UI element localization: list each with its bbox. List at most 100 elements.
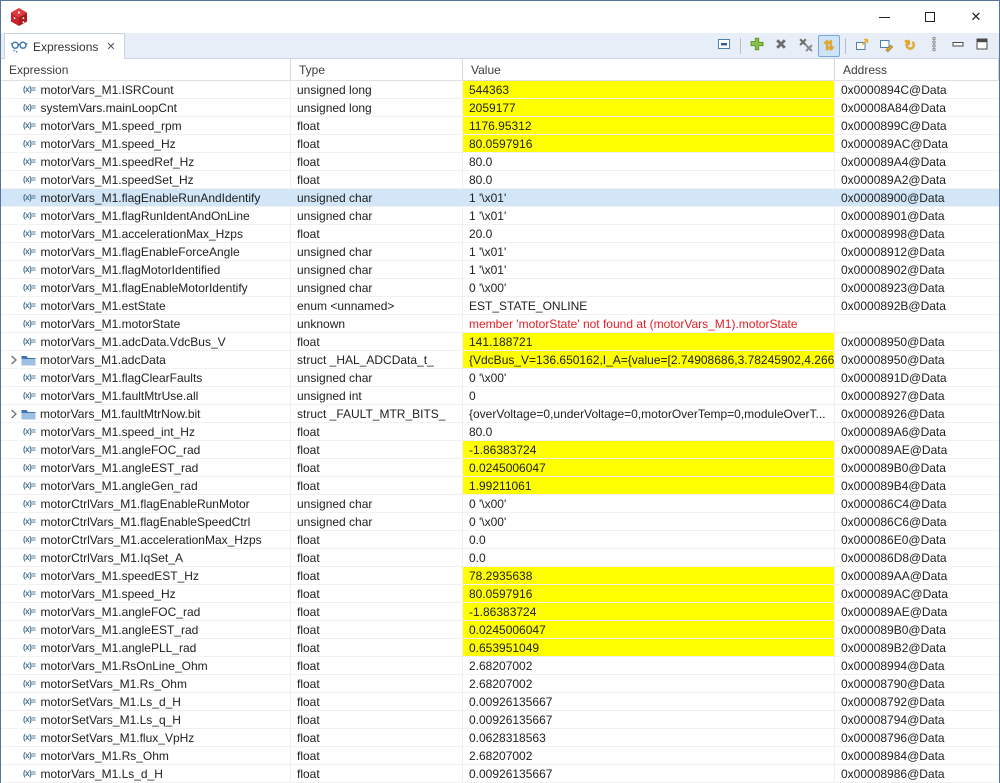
value-cell[interactable]: 0.00926135667	[463, 711, 835, 728]
expression-cell[interactable]: (x)=motorVars_M1.motorState	[1, 315, 291, 332]
table-row[interactable]: (x)=motorVars_M1.flagEnableRunAndIdentif…	[1, 189, 999, 207]
expression-cell[interactable]: (x)=motorVars_M1.angleFOC_rad	[1, 441, 291, 458]
value-cell[interactable]: {overVoltage=0,underVoltage=0,motorOverT…	[463, 405, 835, 422]
table-row[interactable]: (x)=motorVars_M1.Rs_Ohmfloat2.682070020x…	[1, 747, 999, 765]
table-row[interactable]: motorVars_M1.adcDatastruct _HAL_ADCData_…	[1, 351, 999, 369]
expression-cell[interactable]: (x)=motorVars_M1.angleEST_rad	[1, 459, 291, 476]
table-row[interactable]: (x)=motorVars_M1.speed_int_Hzfloat80.00x…	[1, 423, 999, 441]
window-close-button[interactable]: ✕	[953, 1, 999, 33]
expression-cell[interactable]: (x)=motorVars_M1.estState	[1, 297, 291, 314]
value-cell[interactable]: 0.0245006047	[463, 459, 835, 476]
table-row[interactable]: (x)=motorVars_M1.flagEnableForceAngleuns…	[1, 243, 999, 261]
expression-cell[interactable]: motorVars_M1.adcData	[1, 351, 291, 368]
expression-cell[interactable]: (x)=motorVars_M1.speed_Hz	[1, 585, 291, 602]
expression-cell[interactable]: (x)=motorVars_M1.angleEST_rad	[1, 621, 291, 638]
table-row[interactable]: (x)=motorVars_M1.anglePLL_radfloat0.6539…	[1, 639, 999, 657]
table-row[interactable]: (x)=motorVars_M1.ISRCountunsigned long54…	[1, 81, 999, 99]
table-row[interactable]: (x)=motorSetVars_M1.flux_VpHzfloat0.0628…	[1, 729, 999, 747]
table-row[interactable]: (x)=motorCtrlVars_M1.accelerationMax_Hzp…	[1, 531, 999, 549]
value-cell[interactable]: 80.0	[463, 171, 835, 188]
table-row[interactable]: (x)=motorVars_M1.accelerationMax_Hzpsflo…	[1, 225, 999, 243]
value-cell[interactable]: 0 '\x00'	[463, 369, 835, 386]
table-row[interactable]: (x)=motorVars_M1.angleFOC_radfloat-1.863…	[1, 603, 999, 621]
value-cell[interactable]: 0.0	[463, 549, 835, 566]
expression-cell[interactable]: (x)=motorVars_M1.speed_int_Hz	[1, 423, 291, 440]
table-row[interactable]: (x)=motorVars_M1.flagClearFaultsunsigned…	[1, 369, 999, 387]
value-cell[interactable]: 2.68207002	[463, 657, 835, 674]
value-cell[interactable]: 0.0245006047	[463, 621, 835, 638]
expression-cell[interactable]: (x)=motorVars_M1.speedRef_Hz	[1, 153, 291, 170]
column-header-type[interactable]: Type	[291, 59, 463, 80]
remove-expression-button[interactable]	[770, 35, 792, 57]
maximize-view-button[interactable]	[971, 35, 993, 57]
value-cell[interactable]: {VdcBus_V=136.650162,I_A={value=[2.74908…	[463, 351, 835, 368]
value-cell[interactable]: member 'motorState' not found at (motorV…	[463, 315, 835, 332]
expression-cell[interactable]: (x)=motorVars_M1.flagEnableMotorIdentify	[1, 279, 291, 296]
table-row[interactable]: (x)=motorVars_M1.speedSet_Hzfloat80.00x0…	[1, 171, 999, 189]
expander-chevron-icon[interactable]	[7, 355, 21, 365]
table-row[interactable]: (x)=motorVars_M1.speed_Hzfloat80.0597916…	[1, 585, 999, 603]
table-row[interactable]: (x)=motorSetVars_M1.Ls_d_Hfloat0.0092613…	[1, 693, 999, 711]
column-header-address[interactable]: Address	[835, 59, 999, 80]
refresh-button[interactable]: ↻	[899, 35, 921, 57]
expression-cell[interactable]: (x)=motorVars_M1.faultMtrUse.all	[1, 387, 291, 404]
window-maximize-button[interactable]	[907, 1, 953, 33]
view-menu-button[interactable]	[923, 35, 945, 57]
value-cell[interactable]: 1 '\x01'	[463, 243, 835, 260]
table-row[interactable]: motorVars_M1.faultMtrNow.bitstruct _FAUL…	[1, 405, 999, 423]
value-cell[interactable]: 1.99211061	[463, 477, 835, 494]
value-cell[interactable]: 0.0	[463, 531, 835, 548]
add-expression-button[interactable]	[746, 35, 768, 57]
expression-cell[interactable]: (x)=motorVars_M1.speed_rpm	[1, 117, 291, 134]
value-cell[interactable]: 78.2935638	[463, 567, 835, 584]
minimize-view-button[interactable]	[947, 35, 969, 57]
expression-cell[interactable]: (x)=motorVars_M1.speedEST_Hz	[1, 567, 291, 584]
expression-cell[interactable]: (x)=motorVars_M1.angleFOC_rad	[1, 603, 291, 620]
value-cell[interactable]: 141.188721	[463, 333, 835, 350]
table-row[interactable]: (x)=motorVars_M1.speedEST_Hzfloat78.2935…	[1, 567, 999, 585]
column-header-value[interactable]: Value	[463, 59, 835, 80]
table-row[interactable]: (x)=motorCtrlVars_M1.IqSet_Afloat0.00x00…	[1, 549, 999, 567]
tab-expressions[interactable]: Expressions ✕	[4, 33, 125, 59]
expression-cell[interactable]: (x)=motorVars_M1.anglePLL_rad	[1, 639, 291, 656]
window-minimize-button[interactable]	[861, 1, 907, 33]
table-row[interactable]: (x)=motorVars_M1.faultMtrUse.allunsigned…	[1, 387, 999, 405]
import-expressions-button[interactable]	[851, 35, 873, 57]
expression-cell[interactable]: (x)=motorVars_M1.flagEnableForceAngle	[1, 243, 291, 260]
expression-cell[interactable]: (x)=motorVars_M1.flagMotorIdentified	[1, 261, 291, 278]
table-row[interactable]: (x)=motorVars_M1.flagRunIdentAndOnLineun…	[1, 207, 999, 225]
value-cell[interactable]: 0.00926135667	[463, 693, 835, 710]
value-cell[interactable]: 0.00926135667	[463, 765, 835, 782]
value-cell[interactable]: 80.0	[463, 423, 835, 440]
value-cell[interactable]: 0 '\x00'	[463, 495, 835, 512]
value-cell[interactable]: 20.0	[463, 225, 835, 242]
value-cell[interactable]: 0.0628318563	[463, 729, 835, 746]
expression-cell[interactable]: (x)=motorSetVars_M1.flux_VpHz	[1, 729, 291, 746]
expression-cell[interactable]: motorVars_M1.faultMtrNow.bit	[1, 405, 291, 422]
table-row[interactable]: (x)=motorVars_M1.Ls_d_Hfloat0.0092613566…	[1, 765, 999, 783]
continuous-refresh-button[interactable]: ⇅	[818, 35, 840, 57]
table-row[interactable]: (x)=systemVars.mainLoopCntunsigned long2…	[1, 99, 999, 117]
expression-cell[interactable]: (x)=motorCtrlVars_M1.IqSet_A	[1, 549, 291, 566]
expression-cell[interactable]: (x)=motorVars_M1.angleGen_rad	[1, 477, 291, 494]
value-cell[interactable]: 2.68207002	[463, 747, 835, 764]
expression-cell[interactable]: (x)=motorCtrlVars_M1.flagEnableRunMotor	[1, 495, 291, 512]
table-row[interactable]: (x)=motorVars_M1.speed_Hzfloat80.0597916…	[1, 135, 999, 153]
expression-cell[interactable]: (x)=motorVars_M1.Ls_d_H	[1, 765, 291, 782]
expression-cell[interactable]: (x)=motorVars_M1.accelerationMax_Hzps	[1, 225, 291, 242]
value-cell[interactable]: 2.68207002	[463, 675, 835, 692]
table-row[interactable]: (x)=motorVars_M1.RsOnLine_Ohmfloat2.6820…	[1, 657, 999, 675]
table-row[interactable]: (x)=motorCtrlVars_M1.flagEnableSpeedCtrl…	[1, 513, 999, 531]
table-row[interactable]: (x)=motorVars_M1.angleEST_radfloat0.0245…	[1, 459, 999, 477]
table-row[interactable]: (x)=motorVars_M1.flagMotorIdentifiedunsi…	[1, 261, 999, 279]
column-header-expression[interactable]: Expression	[1, 59, 291, 80]
table-row[interactable]: (x)=motorVars_M1.flagEnableMotorIdentify…	[1, 279, 999, 297]
value-cell[interactable]: 0 '\x00'	[463, 513, 835, 530]
expression-cell[interactable]: (x)=motorVars_M1.speedSet_Hz	[1, 171, 291, 188]
value-cell[interactable]: 80.0597916	[463, 585, 835, 602]
expression-cell[interactable]: (x)=systemVars.mainLoopCnt	[1, 99, 291, 116]
expression-cell[interactable]: (x)=motorVars_M1.flagEnableRunAndIdentif…	[1, 189, 291, 206]
table-row[interactable]: (x)=motorVars_M1.speed_rpmfloat1176.9531…	[1, 117, 999, 135]
table-row[interactable]: (x)=motorVars_M1.estStateenum <unnamed>E…	[1, 297, 999, 315]
export-expressions-button[interactable]	[875, 35, 897, 57]
